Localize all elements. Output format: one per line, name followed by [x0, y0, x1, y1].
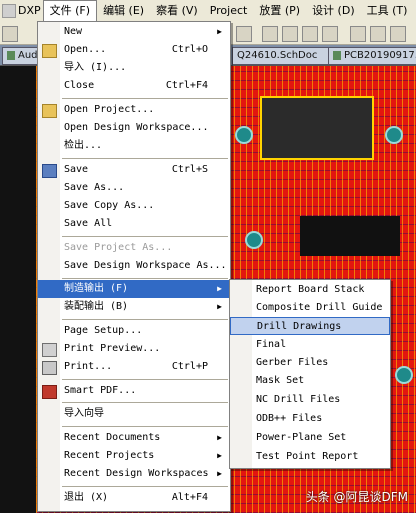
menu-item-close[interactable]: Close Ctrl+F4 — [38, 77, 230, 95]
new-doc-icon[interactable] — [2, 26, 18, 42]
pdf-icon — [42, 385, 57, 399]
board-void — [300, 216, 400, 256]
menu-item-save-all[interactable]: Save All — [38, 215, 230, 233]
via-pad — [385, 126, 403, 144]
menu-item-page-setup[interactable]: Page Setup... — [38, 322, 230, 340]
menu-item-nc-drill-files[interactable]: NC Drill Files — [230, 391, 390, 409]
menu-item-checkout[interactable]: 检出... — [38, 137, 230, 155]
menu-view[interactable]: 察看 (V) — [150, 1, 204, 21]
menu-separator — [62, 379, 228, 380]
menu-item-drill-drawings[interactable]: Drill Drawings — [230, 317, 390, 335]
menu-item-gerber-files[interactable]: Gerber Files — [230, 354, 390, 372]
via-pad — [395, 366, 413, 384]
submenu-arrow-icon: ▶ — [217, 302, 222, 311]
menu-item-save-project-as: Save Project As... — [64, 242, 173, 253]
submenu-arrow-icon: ▶ — [217, 433, 222, 442]
menu-item-print[interactable]: Print... Ctrl+P — [38, 358, 230, 376]
menu-separator — [62, 426, 228, 427]
menu-item-recent-documents[interactable]: Recent Documents ▶ — [38, 429, 230, 447]
menu-place[interactable]: 放置 (P) — [253, 1, 306, 21]
menu-bar: DXP 文件 (F) 编辑 (E) 察看 (V) Project 放置 (P) … — [0, 0, 416, 23]
save-disk-icon — [42, 164, 57, 178]
menu-item-odb-files[interactable]: ODB++ Files — [230, 410, 390, 428]
menu-dxp[interactable]: DXP — [0, 1, 43, 21]
menu-item-save[interactable]: Save Ctrl+S — [38, 161, 230, 179]
menu-edit[interactable]: 编辑 (E) — [97, 1, 150, 21]
tab-schdoc[interactable]: Q24610.SchDoc — [232, 47, 334, 65]
menu-item-print-preview[interactable]: Print Preview... — [38, 340, 230, 358]
menu-item-power-plane-set[interactable]: Power-Plane Set — [230, 429, 390, 447]
menu-item-test-point-report[interactable]: Test Point Report — [230, 448, 390, 466]
menu-item-fabrication-outputs[interactable]: 制造输出 (F) ▶ — [38, 280, 230, 298]
submenu-arrow-icon: ▶ — [217, 451, 222, 460]
menu-item-import-wizard[interactable]: 导入向导 — [38, 405, 230, 423]
menu-file[interactable]: 文件 (F) — [42, 0, 98, 22]
menu-item-composite-drill-guide[interactable]: Composite Drill Guide — [230, 299, 390, 317]
move-icon[interactable] — [370, 26, 386, 42]
document-icon — [7, 50, 15, 60]
menu-project[interactable]: Project — [204, 1, 254, 21]
file-menu: New ▶ Open... Ctrl+O 导入 (I)... Close Ctrl+F… — [37, 21, 231, 512]
menu-item-save-copy-as[interactable]: Save Copy As... — [38, 197, 230, 215]
tab-pcbdoc[interactable]: PCB20190917.PcbD — [328, 47, 416, 65]
menu-separator — [62, 236, 228, 237]
deselect-icon[interactable] — [390, 26, 406, 42]
via-pad — [245, 231, 263, 249]
menu-separator — [62, 319, 228, 320]
zoom-icon[interactable] — [236, 26, 252, 42]
menu-separator — [62, 402, 228, 403]
printer-icon — [42, 361, 57, 375]
menu-item-save-as[interactable]: Save As... — [38, 179, 230, 197]
menu-item-save-workspace-as[interactable]: Save Design Workspace As... — [38, 257, 230, 275]
menu-separator — [62, 486, 228, 487]
menu-item-open[interactable]: Open... Ctrl+O — [38, 41, 230, 59]
open-folder-icon — [42, 44, 57, 58]
menu-item-open-workspace[interactable]: Open Design Workspace... — [38, 119, 230, 137]
submenu-arrow-icon: ▶ — [217, 27, 222, 36]
watermark: 头条 @阿昆谈DFM — [305, 490, 408, 504]
menu-item-report-board-stack[interactable]: Report Board Stack — [230, 281, 390, 299]
select-rect-icon[interactable] — [350, 26, 366, 42]
left-panel — [0, 66, 36, 513]
menu-item-smart-pdf[interactable]: Smart PDF... — [38, 382, 230, 400]
paste-icon[interactable] — [302, 26, 318, 42]
menu-item-import[interactable]: 导入 (I)... — [38, 59, 230, 77]
submenu-arrow-icon: ▶ — [217, 469, 222, 478]
menu-item-final[interactable]: Final — [230, 336, 390, 354]
menu-separator — [62, 278, 228, 279]
open-project-icon — [42, 104, 57, 118]
pcb-doc-icon — [333, 50, 341, 60]
menu-tools[interactable]: 工具 (T) — [361, 1, 414, 21]
menu-design[interactable]: 设计 (D) — [306, 1, 361, 21]
fabrication-outputs-submenu: Report Board Stack Composite Drill Guide… — [229, 279, 391, 469]
ic-component — [260, 96, 374, 160]
copy-icon[interactable] — [282, 26, 298, 42]
clipboard-icon[interactable] — [322, 26, 338, 42]
submenu-arrow-icon: ▶ — [217, 284, 222, 293]
menu-item-recent-projects[interactable]: Recent Projects ▶ — [38, 447, 230, 465]
tab-audit[interactable]: Audi — [2, 47, 42, 65]
menu-item-assembly-outputs[interactable]: 装配输出 (B) ▶ — [38, 298, 230, 316]
menu-item-new[interactable]: New ▶ — [38, 23, 230, 41]
via-pad — [235, 126, 253, 144]
dxp-logo-icon — [2, 4, 16, 18]
cut-icon[interactable] — [262, 26, 278, 42]
menu-separator — [62, 158, 228, 159]
menu-item-recent-workspaces[interactable]: Recent Design Workspaces ▶ — [38, 465, 230, 483]
menu-item-open-project[interactable]: Open Project... — [38, 101, 230, 119]
menu-separator — [62, 98, 228, 99]
menu-item-mask-set[interactable]: Mask Set — [230, 372, 390, 390]
menu-item-exit[interactable]: 退出 (X) Alt+F4 — [38, 489, 230, 507]
print-preview-icon — [42, 343, 57, 357]
